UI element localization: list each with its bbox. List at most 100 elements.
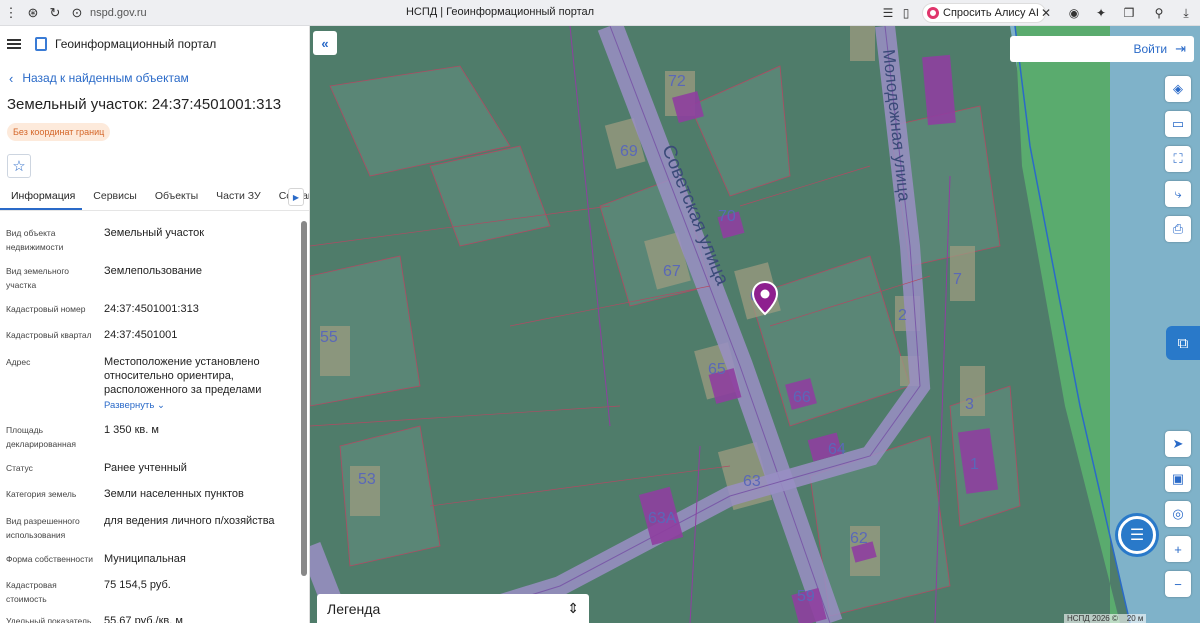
property-label: Кадастровый квартал (6, 330, 92, 340)
favorite-button[interactable]: ☆ (7, 154, 31, 178)
collections-icon[interactable]: ❒ (1118, 2, 1140, 24)
extensions-puzzle-icon[interactable]: ✦ (1090, 2, 1112, 24)
zoom-out-button[interactable]: − (1165, 571, 1191, 597)
geolocation-button[interactable]: ◎ (1165, 501, 1191, 527)
extension-icon[interactable]: ✕ (1035, 2, 1057, 24)
panel-scrollbar[interactable] (301, 221, 307, 576)
layers-icon: ◈ (1173, 81, 1183, 96)
double-chevron-left-icon: « (321, 35, 329, 51)
print-icon: ⎙ (1172, 221, 1184, 236)
tab-services[interactable]: Сервисы (82, 184, 144, 210)
object-panel: Геоинформационный портал ‹ Назад к найде… (0, 26, 310, 623)
downloads-icon[interactable]: ⤓ (1175, 2, 1197, 24)
map-pin-dot (760, 289, 770, 299)
navigation-arrow-icon: ➤ (1172, 436, 1184, 451)
login-button[interactable]: Войти ⇥ (1010, 36, 1194, 62)
vpn-icon[interactable]: ◉ (1063, 2, 1085, 24)
property-value: Земли населенных пунктов (104, 488, 244, 500)
tabs-scroll-right-button[interactable]: ▶ (288, 188, 304, 206)
house-number: 65 (708, 361, 726, 378)
legend-dropdown[interactable]: Легенда ⇕ (317, 594, 589, 623)
property-label: Вид объекта недвижимости (6, 228, 64, 252)
object-tabs: Информация Сервисы Объекты Части ЗУ Сост… (0, 184, 309, 211)
house-number: 53 (358, 471, 376, 488)
alice-button[interactable]: Спросить Алису AI (922, 3, 1046, 23)
tab-parts[interactable]: Части ЗУ (205, 184, 268, 210)
tab-objects[interactable]: Объекты (144, 184, 205, 210)
address-text: Местоположение установлено относительно … (104, 356, 262, 396)
house-number: 59 (797, 588, 815, 605)
property-value: 24:37:4501001:313 (104, 303, 199, 315)
browser-toolbar: ⋮ ⊛ ↻ ⊙ nspd.gov.ru НСПД | Геоинформацио… (0, 0, 1200, 26)
property-label: Категория земель (6, 489, 77, 499)
property-label: Кадастровый номер (6, 304, 86, 314)
parcel-line (509, 285, 711, 327)
property-label: Статус (6, 463, 33, 473)
house-number: 64 (828, 441, 846, 458)
share-button[interactable]: ⤷ (1165, 181, 1191, 207)
chevron-left-icon: ‹ (9, 70, 14, 86)
minimap-button[interactable]: ▣ (1165, 466, 1191, 492)
property-label: Кадастровая стоимость (6, 580, 57, 604)
house-number: 72 (668, 73, 686, 90)
chat-button[interactable]: ☰ (1118, 516, 1156, 554)
house-number: 66 (793, 389, 811, 406)
select-icon: ⛶ (1173, 151, 1183, 166)
house-number: 55 (320, 329, 338, 346)
star-icon: ☆ (12, 158, 26, 175)
parcel (749, 255, 911, 427)
property-value: 1 350 кв. м (104, 424, 159, 436)
expand-link[interactable]: Развернуть ⌄ (104, 399, 294, 413)
measure-button[interactable]: ▭ (1165, 111, 1191, 137)
minus-icon: − (1174, 576, 1182, 592)
alice-icon (927, 7, 939, 19)
map-drawing: 72 69 70 67 6 55 65 66 2 7 3 1 64 53 63 … (310, 26, 1200, 623)
house-number: 7 (953, 271, 962, 288)
property-value: Муниципальная (104, 553, 186, 565)
parcel-line (429, 465, 731, 507)
property-value: 75 154,5 руб. (104, 579, 171, 591)
property-label: Вид земельного участка (6, 266, 70, 290)
print-button[interactable]: ⎙ (1165, 216, 1191, 242)
property-label: Удельный показатель (6, 616, 92, 623)
house-number: 67 (663, 263, 681, 280)
chevron-right-icon: ▶ (292, 192, 300, 202)
house-number: 1 (970, 456, 979, 473)
property-label: Вид разрешенного использования (6, 516, 80, 540)
property-value: Местоположение установлено относительно … (104, 355, 294, 413)
property-value: 24:37:4501001 (104, 329, 178, 341)
map-attribution: НСПД 2026 © 20 м (1064, 614, 1147, 623)
page-title: НСПД | Геоинформационный портал (405, 6, 595, 18)
park-area (1015, 26, 1120, 623)
property-value: Земельный участок (104, 227, 205, 239)
property-label: Площадь декларированная (6, 425, 76, 449)
utility-line (569, 26, 611, 427)
expand-toggle-icon: ⇕ (567, 600, 579, 616)
tab-information[interactable]: Информация (0, 184, 83, 210)
house-number: 62 (850, 530, 868, 547)
property-label: Адрес (6, 357, 31, 367)
house-number: 2 (898, 307, 907, 324)
building (922, 54, 956, 126)
select-area-button[interactable]: ⛶ (1165, 146, 1191, 172)
locate-button[interactable]: ➤ (1165, 431, 1191, 457)
collapse-panel-button[interactable]: « (313, 31, 337, 55)
menu-icon[interactable] (7, 39, 21, 49)
scale-label: 20 м (1126, 614, 1144, 623)
house-number: 63 (743, 473, 761, 490)
house-number: 69 (620, 143, 638, 160)
back-link[interactable]: ‹ Назад к найденным объектам (9, 70, 309, 86)
profile-icon[interactable]: ⚲ (1148, 2, 1170, 24)
help-widget-button[interactable]: ⧉ (1166, 326, 1200, 360)
layers-button[interactable]: ◈ (1165, 76, 1191, 102)
parcel (689, 65, 791, 197)
parcel (429, 145, 551, 247)
zoom-in-button[interactable]: + (1165, 536, 1191, 562)
object-title: Земельный участок: 24:37:4501001:313 (7, 96, 282, 113)
map-canvas[interactable]: 72 69 70 67 6 55 65 66 2 7 3 1 64 53 63 … (310, 26, 1200, 623)
property-value: для ведения личного п/хозяйства (104, 515, 275, 527)
chevron-down-icon: ⌄ (157, 400, 165, 411)
property-value: Землепользование (104, 265, 203, 277)
bookmark-icon[interactable]: ▯ (895, 2, 917, 24)
property-value: Ранее учтенный (104, 462, 187, 474)
